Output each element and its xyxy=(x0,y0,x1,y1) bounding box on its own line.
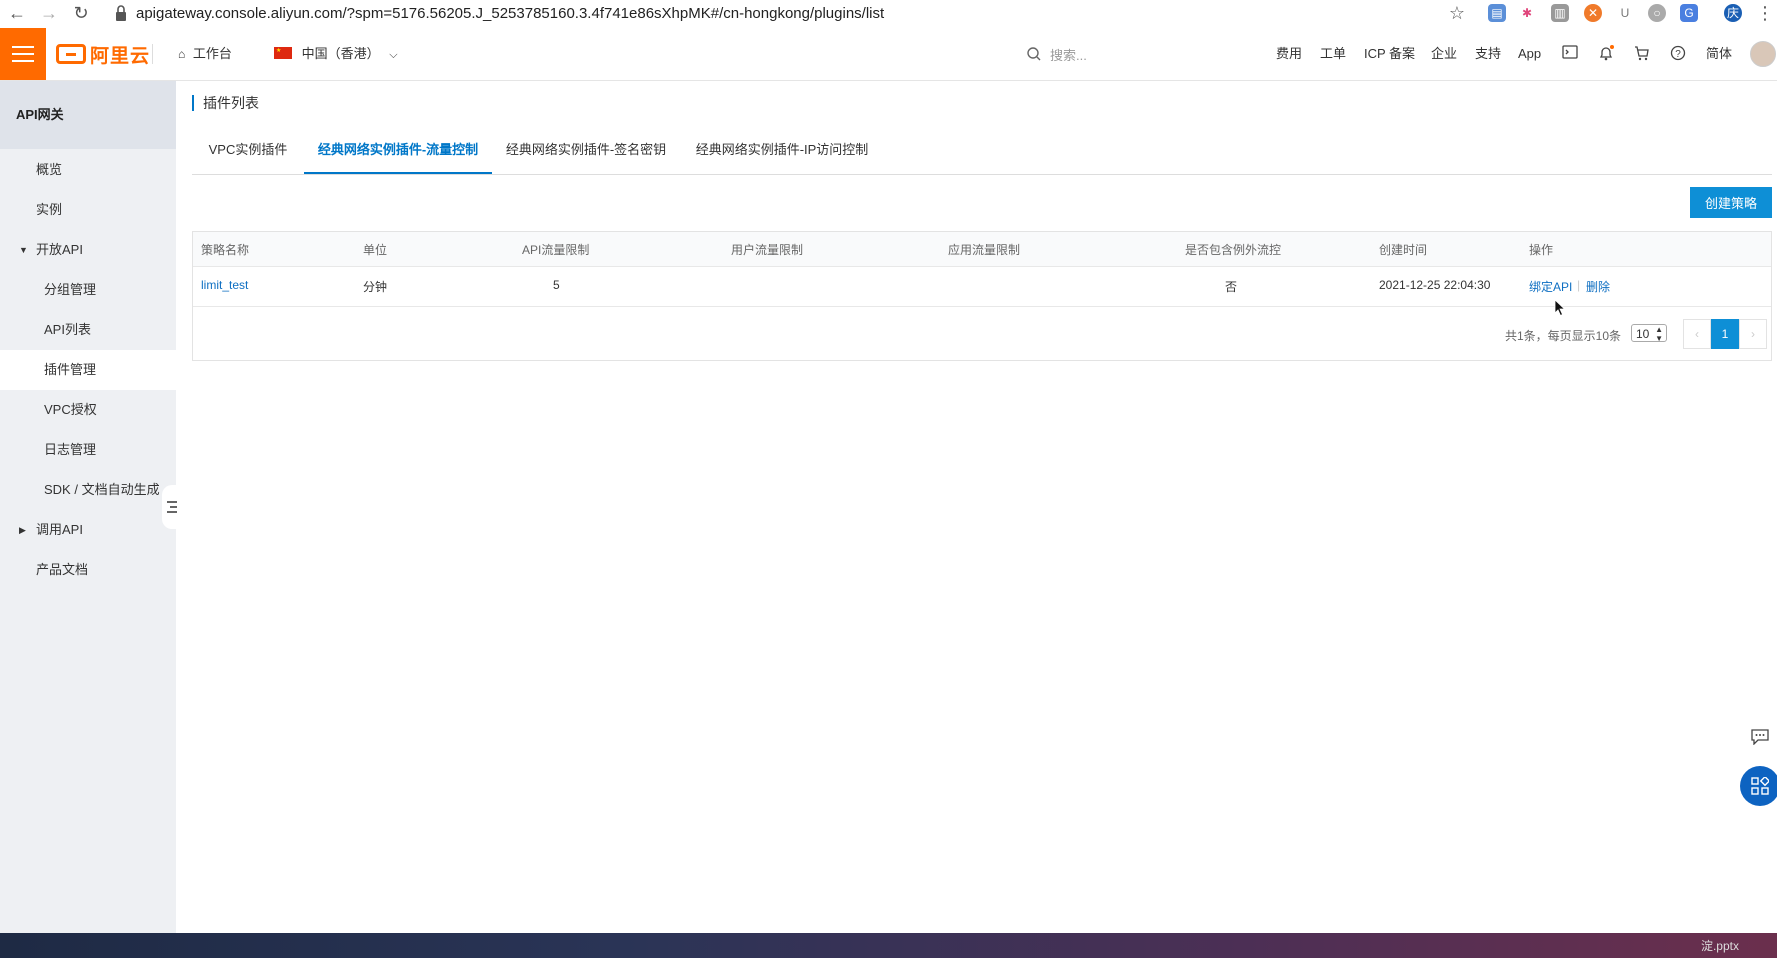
chevron-down-icon: ⌵ xyxy=(389,49,398,61)
feedback-button[interactable] xyxy=(1742,720,1776,754)
search-icon xyxy=(1027,47,1041,61)
created-time-cell: 2021-12-25 22:04:30 xyxy=(1379,278,1491,292)
column-header: 操作 xyxy=(1529,243,1554,257)
column-header: API流量限制 xyxy=(522,243,590,257)
bind-api-link[interactable]: 绑定API xyxy=(1529,278,1572,295)
extension-icon[interactable]: ✕ xyxy=(1584,4,1602,22)
header-divider xyxy=(152,44,153,64)
quick-access-button[interactable] xyxy=(1740,766,1777,806)
aliyun-logo[interactable]: 阿里云 xyxy=(56,42,150,67)
help-icon[interactable]: ? xyxy=(1670,45,1686,61)
search-input[interactable]: 搜索... xyxy=(1026,43,1206,65)
delete-link[interactable]: 删除 xyxy=(1586,278,1610,295)
extension-icon[interactable]: U xyxy=(1616,4,1634,22)
column-header: 单位 xyxy=(363,243,388,257)
unit-cell: 分钟 xyxy=(363,280,388,294)
action-separator: | xyxy=(1577,278,1581,292)
sidebar-item-sdk-docs[interactable]: SDK / 文档自动生成 xyxy=(0,470,176,510)
lock-icon xyxy=(116,5,126,21)
back-icon[interactable]: ← xyxy=(6,2,28,24)
column-header: 应用流量限制 xyxy=(948,243,1021,257)
reload-icon[interactable]: ↻ xyxy=(70,2,92,24)
prev-page-button[interactable]: ‹ xyxy=(1683,319,1711,349)
ticket-link[interactable]: 工单 xyxy=(1320,45,1346,63)
policy-name-link[interactable]: limit_test xyxy=(201,278,248,292)
column-header: 创建时间 xyxy=(1379,243,1428,257)
translate-icon[interactable]: G xyxy=(1680,4,1698,22)
page-size-select[interactable]: 10 ▲ ▼ xyxy=(1631,324,1667,343)
browser-toolbar: ← → ↻ apigateway.console.aliyun.com/?spm… xyxy=(0,0,1777,29)
sidebar-item-group-management[interactable]: 分组管理 xyxy=(0,270,176,310)
plugin-tabs: VPC实例插件 经典网络实例插件-流量控制 经典网络实例插件-签名密钥 经典网络… xyxy=(192,134,1772,175)
chat-icon xyxy=(1751,729,1769,745)
sidebar-item-api-list[interactable]: API列表 xyxy=(0,310,176,350)
tab-classic-signature-key[interactable]: 经典网络实例插件-签名密钥 xyxy=(492,134,680,174)
console-header: 阿里云 ⌂ 工作台 ★ 中国（香港） ⌵ 搜索... 费用 工单 ICP 备案 … xyxy=(0,28,1777,81)
svg-text:?: ? xyxy=(1675,49,1681,60)
mouse-cursor-icon xyxy=(1554,299,1566,317)
column-header: 用户流量限制 xyxy=(731,243,804,257)
bookmark-star-icon[interactable]: ☆ xyxy=(1446,2,1468,24)
more-menu-icon[interactable]: ⋮ xyxy=(1754,2,1776,24)
next-page-button[interactable]: › xyxy=(1739,319,1767,349)
region-selector[interactable]: ★ 中国（香港） ⌵ xyxy=(274,45,398,64)
fees-link[interactable]: 费用 xyxy=(1276,45,1302,63)
tab-classic-flow-control[interactable]: 经典网络实例插件-流量控制 xyxy=(304,134,492,174)
caret-down-icon: ▼ xyxy=(19,245,28,255)
create-policy-button[interactable]: 创建策略 xyxy=(1690,187,1772,218)
table-header: 策略名称 单位 API流量限制 用户流量限制 应用流量限制 是否包含例外流控 创… xyxy=(193,232,1771,267)
support-link[interactable]: 支持 xyxy=(1475,45,1501,63)
hamburger-menu-button[interactable] xyxy=(0,28,46,80)
sidebar-title: API网关 xyxy=(0,81,176,149)
extension-icon[interactable]: ▥ xyxy=(1551,4,1569,22)
desktop-taskbar: 淀.pptx xyxy=(0,933,1777,958)
app-link[interactable]: App xyxy=(1518,45,1541,63)
sidebar-item-instances[interactable]: 实例 xyxy=(0,190,176,230)
column-header: 是否包含例外流控 xyxy=(1185,243,1282,257)
sidebar-item-plugin-management[interactable]: 插件管理 xyxy=(0,350,176,390)
taskbar-file-label[interactable]: 淀.pptx xyxy=(1701,937,1739,954)
caret-right-icon: ▶ xyxy=(19,525,26,535)
page-1-button[interactable]: 1 xyxy=(1711,319,1739,349)
table-row: limit_test 分钟 5 否 2021-12-25 22:04:30 绑定… xyxy=(193,266,1771,307)
api-limit-cell: 5 xyxy=(553,278,560,292)
home-icon: ⌂ xyxy=(178,47,186,61)
language-switch[interactable]: 简体 xyxy=(1706,45,1732,63)
policy-table: 策略名称 单位 API流量限制 用户流量限制 应用流量限制 是否包含例外流控 创… xyxy=(192,231,1772,361)
page-title: 插件列表 xyxy=(192,95,259,111)
china-flag-icon: ★ xyxy=(274,47,292,59)
cart-icon[interactable] xyxy=(1634,45,1650,61)
tab-classic-ip-access-control[interactable]: 经典网络实例插件-IP访问控制 xyxy=(680,134,884,174)
sidebar-item-log-management[interactable]: 日志管理 xyxy=(0,430,176,470)
apps-grid-icon xyxy=(1751,777,1769,795)
bell-icon[interactable] xyxy=(1598,45,1614,61)
collapse-icon xyxy=(167,501,177,513)
select-arrows-icon: ▲ ▼ xyxy=(1655,325,1663,343)
profile-icon[interactable]: 庆 xyxy=(1724,4,1742,22)
sidebar-item-open-api[interactable]: ▼ 开放API xyxy=(0,230,176,270)
sidebar-collapse-handle[interactable] xyxy=(162,485,180,529)
sidebar: API网关 概览 实例 ▼ 开放API 分组管理 API列表 插件管理 VPC授… xyxy=(0,81,176,933)
pagination-summary: 共1条，每页显示10条 xyxy=(1505,329,1622,343)
extension-icon[interactable]: ✱ xyxy=(1518,4,1536,22)
icp-link[interactable]: ICP 备案 xyxy=(1364,45,1415,63)
address-bar[interactable]: apigateway.console.aliyun.com/?spm=5176.… xyxy=(136,3,884,25)
aliyun-logo-mark-icon xyxy=(56,44,86,64)
sidebar-item-overview[interactable]: 概览 xyxy=(0,150,176,190)
enterprise-link[interactable]: 企业 xyxy=(1431,45,1457,63)
forward-icon[interactable]: → xyxy=(38,2,60,24)
sidebar-item-vpc-authorization[interactable]: VPC授权 xyxy=(0,390,176,430)
terminal-icon[interactable] xyxy=(1562,45,1578,59)
extension-icon[interactable]: ○ xyxy=(1648,4,1666,22)
sidebar-item-product-docs[interactable]: 产品文档 xyxy=(0,550,176,590)
workbench-link[interactable]: ⌂ 工作台 xyxy=(178,45,232,63)
tab-vpc-plugin[interactable]: VPC实例插件 xyxy=(192,134,304,174)
extension-icon[interactable]: ▤ xyxy=(1488,4,1506,22)
user-avatar[interactable] xyxy=(1750,41,1776,67)
column-header: 策略名称 xyxy=(201,243,250,257)
exception-cell: 否 xyxy=(1225,280,1238,294)
sidebar-item-call-api[interactable]: ▶ 调用API xyxy=(0,510,176,550)
